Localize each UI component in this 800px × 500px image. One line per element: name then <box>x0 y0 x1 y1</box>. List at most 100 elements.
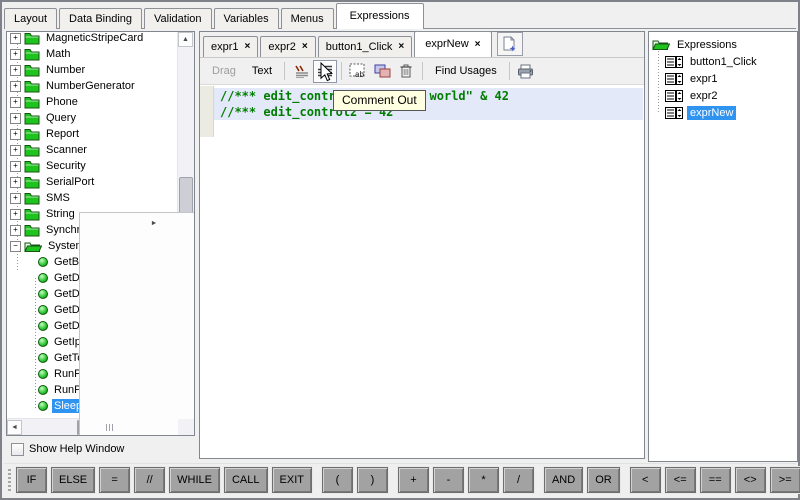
open-paren-button[interactable]: ( <box>322 467 353 493</box>
drag-mode-button[interactable]: Drag <box>204 65 244 77</box>
plus-box-icon[interactable]: + <box>10 225 21 236</box>
close-icon[interactable]: × <box>245 42 251 52</box>
plus-box-icon[interactable]: + <box>10 129 21 140</box>
doc-tab-exprnew[interactable]: exprNew × <box>414 31 491 57</box>
close-paren-button[interactable]: ) <box>357 467 388 493</box>
plus-box-icon[interactable]: + <box>10 193 21 204</box>
folder-icon <box>24 32 40 45</box>
plus-box-icon[interactable]: + <box>10 49 21 60</box>
plus-box-icon[interactable]: + <box>10 177 21 188</box>
greater-equal-button[interactable]: >= <box>770 467 800 493</box>
new-expression-icon <box>502 36 517 52</box>
show-help-row: Show Help Window <box>11 441 124 457</box>
expressions-root[interactable]: Expressions <box>649 36 797 53</box>
tree-item-folder[interactable]: + Query <box>7 110 177 126</box>
tree-item-label: exprNew <box>687 106 736 120</box>
scrollbar-thumb[interactable] <box>77 420 79 435</box>
tree-item-folder[interactable]: + Report <box>7 126 177 142</box>
expression-item[interactable]: expr1 <box>649 70 797 87</box>
plus-box-icon[interactable]: + <box>10 81 21 92</box>
text-mode-button[interactable]: Text <box>244 65 280 77</box>
scroll-right-icon[interactable]: ► <box>79 212 195 437</box>
tree-item-folder[interactable]: + Math <box>7 46 177 62</box>
tree-item-folder[interactable]: + SMS <box>7 190 177 206</box>
plus-box-icon[interactable]: + <box>10 33 21 44</box>
expression-item-selected[interactable]: exprNew <box>649 104 797 121</box>
comment-button[interactable]: // <box>134 467 165 493</box>
document-tabstrip: expr1 × expr2 × button1_Click × exprNew … <box>200 32 644 58</box>
compare-group: < <= == <> >= > <box>630 467 800 493</box>
doc-tab-expr2[interactable]: expr2 × <box>260 36 315 57</box>
less-button[interactable]: < <box>630 467 661 493</box>
plus-button[interactable]: + <box>398 467 429 493</box>
else-button[interactable]: ELSE <box>51 467 95 493</box>
tree-item-folder[interactable]: + Number <box>7 62 177 78</box>
minus-button[interactable]: - <box>433 467 464 493</box>
show-help-checkbox[interactable] <box>11 443 24 456</box>
code-line-1[interactable]: //*** edit_control1 = "hello world" & 42 <box>214 88 643 104</box>
tree-item-label: NumberGenerator <box>44 79 137 93</box>
overlap-windows-icon <box>374 64 391 79</box>
plus-box-icon[interactable]: + <box>10 65 21 76</box>
close-icon[interactable]: × <box>475 40 481 50</box>
scroll-left-icon[interactable]: ◄ <box>7 420 22 435</box>
tab-variables[interactable]: Variables <box>214 8 279 29</box>
find-usages-button[interactable]: Find Usages <box>427 65 505 77</box>
expression-item[interactable]: button1_Click <box>649 53 797 70</box>
plus-box-icon[interactable]: + <box>10 145 21 156</box>
expression-item-icon <box>665 90 683 102</box>
code-line-2[interactable]: //*** edit_control2 = 42 <box>214 104 643 120</box>
divide-button[interactable]: / <box>503 467 534 493</box>
close-icon[interactable]: × <box>398 42 404 52</box>
tab-expressions[interactable]: Expressions <box>336 3 424 29</box>
tab-menus[interactable]: Menus <box>281 8 334 29</box>
tab-validation[interactable]: Validation <box>144 8 212 29</box>
close-icon[interactable]: × <box>302 42 308 52</box>
plus-box-icon[interactable]: + <box>10 161 21 172</box>
folder-icon <box>24 128 40 141</box>
tree-item-folder[interactable]: + NumberGenerator <box>7 78 177 94</box>
multiply-button[interactable]: * <box>468 467 499 493</box>
show-in-tree-button[interactable] <box>370 60 394 83</box>
expression-item[interactable]: expr2 <box>649 87 797 104</box>
horizontal-scrollbar[interactable]: ◄ ► <box>7 418 178 435</box>
expression-item-icon <box>665 56 683 68</box>
new-expression-button[interactable] <box>497 32 523 56</box>
less-equal-button[interactable]: <= <box>665 467 696 493</box>
rename-button[interactable]: ab <box>346 60 370 83</box>
tree-item-folder[interactable]: + Security <box>7 158 177 174</box>
show-help-label: Show Help Window <box>29 443 124 455</box>
plus-box-icon[interactable]: + <box>10 97 21 108</box>
delete-button[interactable] <box>394 60 418 83</box>
tree-item-label: expr1 <box>687 72 721 86</box>
not-equal-button[interactable]: <> <box>735 467 766 493</box>
assign-button[interactable]: = <box>99 467 130 493</box>
tree-item-folder[interactable]: + SerialPort <box>7 174 177 190</box>
plus-box-icon[interactable]: + <box>10 209 21 220</box>
doc-tab-button1-click[interactable]: button1_Click × <box>318 36 413 57</box>
print-button[interactable] <box>514 60 538 83</box>
tree-item-folder[interactable]: + Scanner <box>7 142 177 158</box>
uncomment-button[interactable] <box>289 60 313 83</box>
tab-layout[interactable]: Layout <box>4 8 57 29</box>
tree-item-folder[interactable]: + MagneticStripeCard <box>7 31 177 46</box>
if-button[interactable]: IF <box>16 467 47 493</box>
scroll-up-icon[interactable]: ▲ <box>178 32 193 47</box>
and-button[interactable]: AND <box>544 467 583 493</box>
function-orb-icon <box>38 273 48 283</box>
call-button[interactable]: CALL <box>224 467 268 493</box>
function-orb-icon <box>38 321 48 331</box>
doc-tab-label: button1_Click <box>326 37 393 57</box>
tab-data-binding[interactable]: Data Binding <box>59 8 142 29</box>
minus-box-icon[interactable]: − <box>10 241 21 252</box>
while-button[interactable]: WHILE <box>169 467 220 493</box>
exit-button[interactable]: EXIT <box>272 467 312 493</box>
code-editor[interactable]: //*** edit_control1 = "hello world" & 42… <box>200 86 644 458</box>
tree-item-label: Phone <box>44 95 80 109</box>
toolbar-grip[interactable] <box>8 469 11 491</box>
or-button[interactable]: OR <box>587 467 620 493</box>
doc-tab-expr1[interactable]: expr1 × <box>203 36 258 57</box>
equal-button[interactable]: == <box>700 467 731 493</box>
plus-box-icon[interactable]: + <box>10 113 21 124</box>
tree-item-folder[interactable]: + Phone <box>7 94 177 110</box>
